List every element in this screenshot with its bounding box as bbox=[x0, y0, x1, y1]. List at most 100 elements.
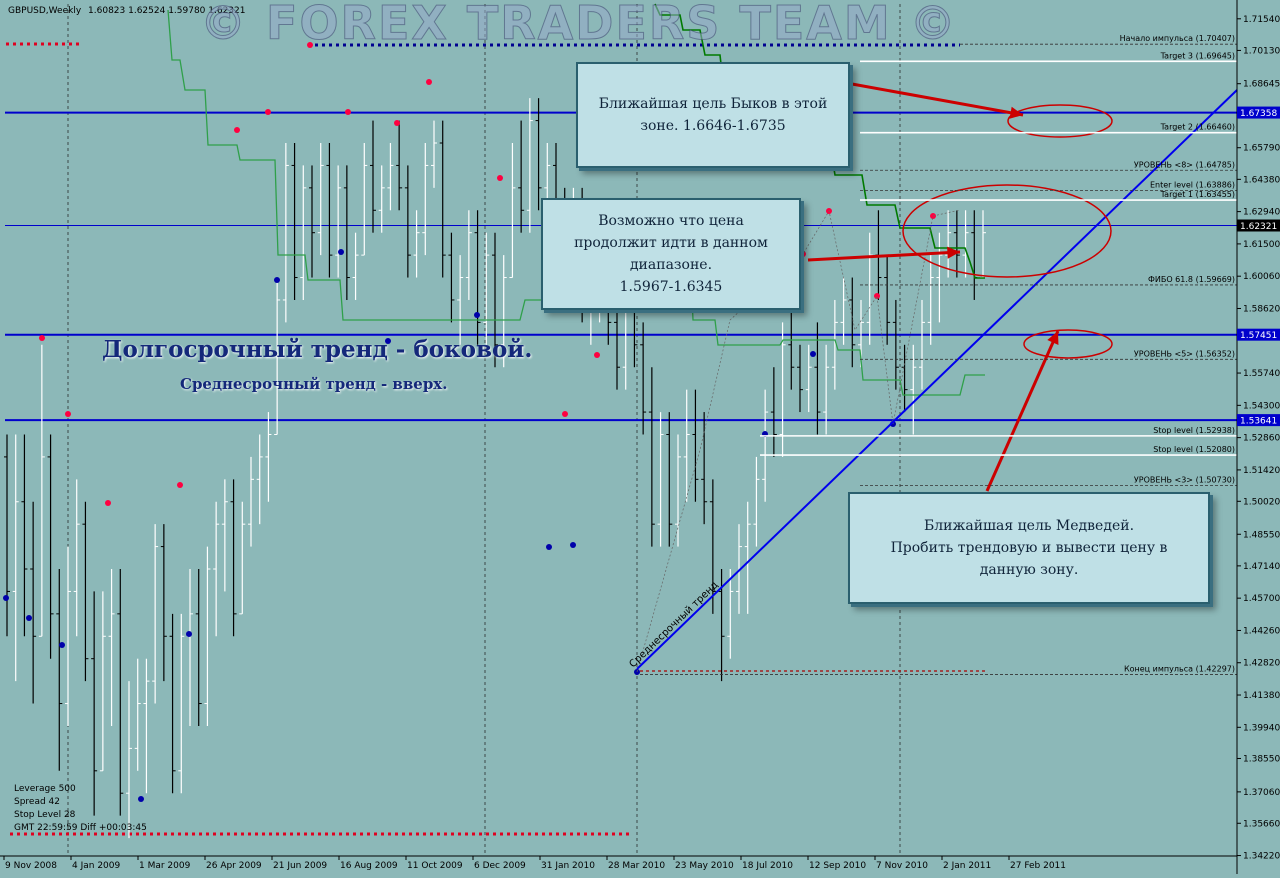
price-tick-label: 1.39940 bbox=[1243, 723, 1280, 733]
time-tick-label: 31 Jan 2010 bbox=[541, 861, 595, 871]
time-tick-label: 4 Jan 2009 bbox=[72, 861, 120, 871]
price-tick-label: 1.37060 bbox=[1243, 788, 1280, 798]
time-tick-label: 2 Jan 2011 bbox=[943, 861, 991, 871]
price-box-label: 1.53641 bbox=[1240, 417, 1277, 427]
fractal-high-dot bbox=[394, 120, 400, 126]
fib-level-label: Начало импульса bbox=[1120, 34, 1194, 43]
callout-bulls: Ближайшая цель Быков в этой зоне. 1.6646-… bbox=[576, 62, 850, 168]
fractal-high-dot bbox=[345, 109, 351, 115]
price-tick-label: 1.38550 bbox=[1243, 754, 1280, 764]
fractal-low-dot bbox=[59, 642, 65, 648]
time-tick-label: 27 Feb 2011 bbox=[1010, 861, 1066, 871]
price-tick-label: 1.44260 bbox=[1243, 626, 1280, 636]
callout-bears: Ближайшая цель Медведей. Пробить трендову… bbox=[848, 492, 1210, 604]
fractal-low-dot bbox=[186, 631, 192, 637]
fractal-low-dot bbox=[810, 351, 816, 357]
fractal-high-dot bbox=[105, 500, 111, 506]
fractal-low-dot bbox=[3, 595, 9, 601]
fib-level-label: Target 1 bbox=[1160, 190, 1193, 199]
time-tick-label: 6 Dec 2009 bbox=[474, 861, 526, 871]
price-tick-label: 1.64380 bbox=[1243, 175, 1280, 185]
fractal-high-dot bbox=[39, 335, 45, 341]
price-tick-label: 1.47140 bbox=[1243, 562, 1280, 572]
long-term-trend-title: Долгосрочный тренд - боковой. bbox=[102, 336, 533, 363]
fractal-high-dot bbox=[594, 352, 600, 358]
fib-level-price: (1.52080) bbox=[1196, 445, 1235, 454]
fib-level-label: УРОВЕНЬ <8> bbox=[1134, 160, 1193, 169]
fractal-low-dot bbox=[546, 544, 552, 550]
price-tick-label: 1.52860 bbox=[1243, 434, 1280, 444]
fractal-low-dot bbox=[474, 312, 480, 318]
time-tick-label: 7 Nov 2010 bbox=[876, 861, 928, 871]
fractal-low-dot bbox=[274, 277, 280, 283]
fib-level-price: (1.63886) bbox=[1196, 180, 1235, 189]
price-tick-label: 1.45700 bbox=[1243, 594, 1280, 604]
price-tick-label: 1.60060 bbox=[1243, 272, 1280, 282]
time-tick-label: 16 Aug 2009 bbox=[340, 861, 398, 871]
time-tick-label: 23 May 2010 bbox=[675, 861, 734, 871]
fib-level-label: УРОВЕНЬ <5> bbox=[1134, 349, 1193, 358]
price-tick-label: 1.41380 bbox=[1243, 691, 1280, 701]
fib-level-price: (1.56352) bbox=[1196, 349, 1235, 358]
info-panel: Leverage 500 Spread 42 Stop Level 28 GMT… bbox=[14, 783, 147, 835]
fib-level-label: Target 2 bbox=[1160, 123, 1193, 132]
price-tick-label: 1.61500 bbox=[1243, 240, 1280, 250]
time-tick-label: 11 Oct 2009 bbox=[407, 861, 463, 871]
fib-level-label: Конец импульса bbox=[1124, 664, 1193, 673]
price-tick-label: 1.68645 bbox=[1243, 80, 1280, 90]
price-tick-label: 1.35660 bbox=[1243, 819, 1280, 829]
info-gmt: GMT 22:59:59 Diff +00:03:45 bbox=[14, 823, 147, 833]
fib-level-label: Stop level bbox=[1153, 445, 1193, 454]
fib-level-label: ФИБО 61.8 bbox=[1148, 275, 1193, 284]
price-box-label: 1.57451 bbox=[1240, 331, 1277, 341]
fib-level-label: УРОВЕНЬ <3> bbox=[1134, 475, 1193, 484]
fractal-high-dot bbox=[234, 127, 240, 133]
price-box-label: 1.62321 bbox=[1240, 222, 1277, 232]
price-tick-label: 1.70130 bbox=[1243, 46, 1280, 56]
fib-level-price: (1.64785) bbox=[1196, 160, 1235, 169]
time-tick-label: 21 Jun 2009 bbox=[273, 861, 327, 871]
fractal-high-dot bbox=[265, 109, 271, 115]
fractal-low-dot bbox=[338, 249, 344, 255]
time-tick-label: 26 Apr 2009 bbox=[206, 861, 262, 871]
fractal-high-dot bbox=[65, 411, 71, 417]
fractal-high-dot bbox=[177, 482, 183, 488]
time-tick-label: 18 Jul 2010 bbox=[742, 861, 793, 871]
price-tick-label: 1.71540 bbox=[1243, 15, 1280, 25]
fib-level-price: (1.50730) bbox=[1196, 475, 1235, 484]
fib-level-price: (1.66460) bbox=[1196, 123, 1235, 132]
fib-level-price: (1.63455) bbox=[1196, 190, 1235, 199]
info-spread: Spread 42 bbox=[14, 797, 61, 807]
price-tick-label: 1.65790 bbox=[1243, 144, 1280, 154]
fractal-high-dot bbox=[562, 411, 568, 417]
fib-level-price: (1.42297) bbox=[1196, 664, 1235, 673]
fib-level-label: Target 3 bbox=[1160, 51, 1193, 60]
price-tick-label: 1.34220 bbox=[1243, 852, 1280, 862]
fib-level-price: (1.52938) bbox=[1196, 426, 1235, 435]
time-tick-label: 1 Mar 2009 bbox=[139, 861, 191, 871]
price-tick-label: 1.58620 bbox=[1243, 304, 1280, 314]
fib-level-label: Enter level bbox=[1150, 180, 1193, 189]
fractal-low-dot bbox=[570, 542, 576, 548]
symbol-label: GBPUSD,Weekly bbox=[8, 6, 82, 16]
fractal-high-dot bbox=[426, 79, 432, 85]
price-box-label: 1.67358 bbox=[1240, 109, 1277, 119]
time-tick-label: 28 Mar 2010 bbox=[608, 861, 665, 871]
fractal-low-dot bbox=[26, 615, 32, 621]
mid-term-trend-title: Среднесрочный тренд - вверх. bbox=[180, 375, 448, 393]
time-tick-label: 9 Nov 2008 bbox=[5, 861, 57, 871]
fib-level-price: (1.59669) bbox=[1196, 275, 1235, 284]
fib-level-price: (1.70407) bbox=[1196, 34, 1235, 43]
fib-level-label: Stop level bbox=[1153, 426, 1193, 435]
callout-range: Возможно что цена продолжит идти в данном… bbox=[541, 198, 801, 310]
fractal-high-dot bbox=[930, 213, 936, 219]
price-tick-label: 1.62940 bbox=[1243, 208, 1280, 218]
info-stop-level: Stop Level 28 bbox=[14, 810, 76, 820]
price-tick-label: 1.42820 bbox=[1243, 659, 1280, 669]
time-tick-label: 12 Sep 2010 bbox=[809, 861, 866, 871]
price-tick-label: 1.54300 bbox=[1243, 401, 1280, 411]
chart-window[interactable]: Среднесрочный тренд Начало импульса (1.70… bbox=[0, 0, 1280, 874]
fractal-high-dot bbox=[497, 175, 503, 181]
price-tick-label: 1.55740 bbox=[1243, 369, 1280, 379]
price-tick-label: 1.51420 bbox=[1243, 466, 1280, 476]
